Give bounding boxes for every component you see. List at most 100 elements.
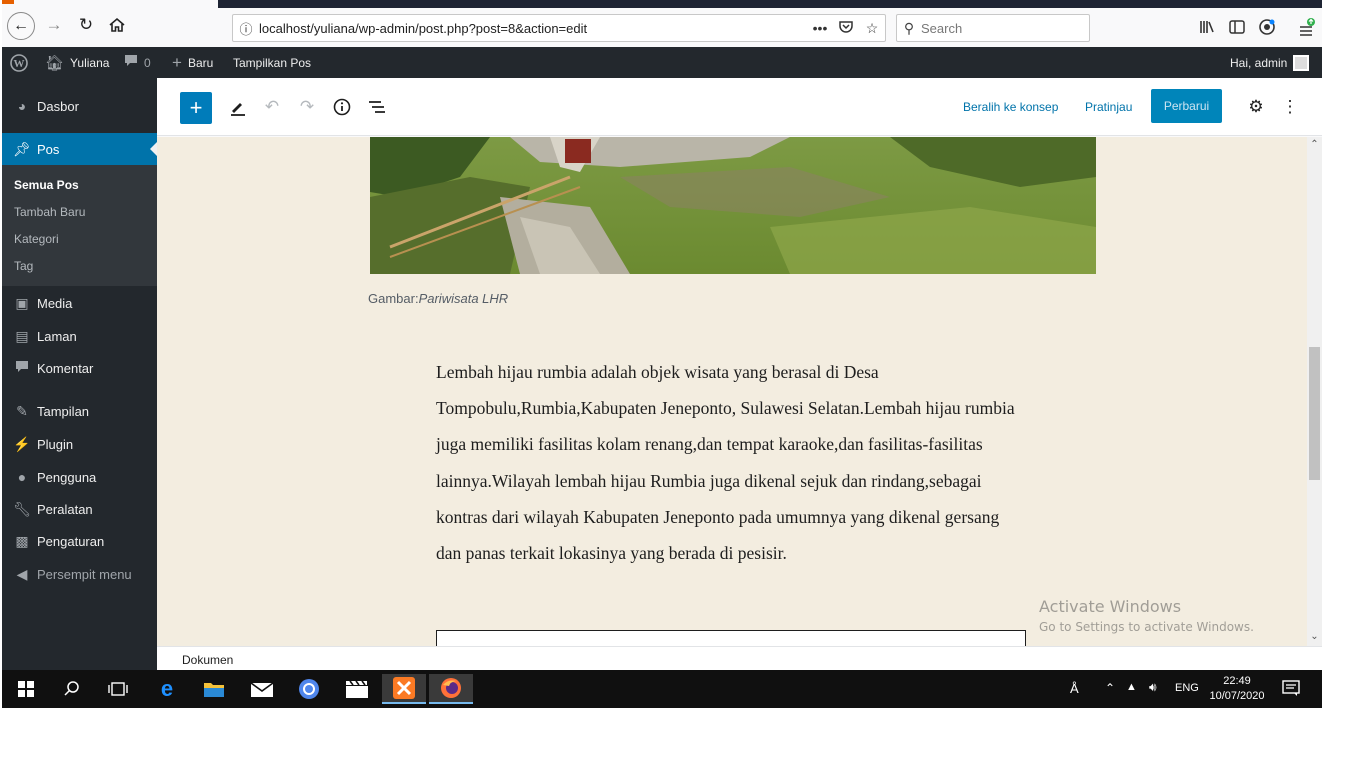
sidebar-item-label: Laman (37, 328, 77, 344)
caption-title: Pariwisata LHR (418, 291, 509, 306)
breadcrumb[interactable]: Dokumen (182, 653, 233, 667)
view-post-link[interactable]: Tampilkan Pos (233, 47, 311, 78)
sidebar-item-pages[interactable]: ▤ Laman (2, 320, 157, 352)
scroll-thumb[interactable] (1309, 347, 1320, 480)
sidebar-item-dashboard[interactable]: ◕ Dasbor (2, 90, 157, 122)
add-block-button[interactable]: + (180, 92, 212, 124)
search-bar[interactable]: ⚲ Search (896, 14, 1090, 42)
sidebar-item-media[interactable]: ▣ Media (2, 287, 157, 319)
scroll-down-icon[interactable]: ⌄ (1307, 631, 1322, 642)
firefox-icon (441, 678, 461, 698)
pin-icon: 📌︎ (13, 140, 31, 157)
taskbar-mail[interactable] (240, 674, 284, 704)
undo-icon: ↶ (264, 97, 280, 116)
current-menu-arrow (150, 142, 157, 156)
list-view-icon (369, 101, 385, 113)
preview-button[interactable]: Pratinjau (1085, 100, 1132, 114)
start-button[interactable] (4, 674, 48, 704)
taskbar-edge[interactable]: e (145, 674, 189, 704)
block-navigation-button[interactable] (365, 95, 389, 119)
task-view-button[interactable] (96, 674, 140, 704)
taskbar-file-explorer[interactable] (192, 674, 236, 704)
tray-overflow-chevron-icon[interactable]: ⌃ (1105, 681, 1115, 695)
wp-logo-menu[interactable]: W (10, 47, 28, 78)
taskbar-clock[interactable]: 22:49 10/07/2020 (1207, 674, 1267, 704)
sidebar-item-plugins[interactable]: ⚡ Plugin (2, 428, 157, 460)
mail-icon (250, 682, 274, 697)
input-language[interactable]: ENG (1175, 682, 1199, 694)
submenu-add-new[interactable]: Tambah Baru (14, 205, 85, 219)
redo-button[interactable]: ↷ (295, 95, 319, 119)
taskbar-firefox[interactable] (429, 674, 473, 704)
comments-link[interactable]: 0 (124, 47, 151, 78)
sidebar-item-label: Pos (37, 141, 60, 157)
browser-tab-accent (2, 0, 14, 4)
activate-windows-watermark: Activate Windows Go to Settings to activ… (1039, 597, 1254, 634)
undo-button[interactable]: ↶ (260, 95, 284, 119)
my-account-link[interactable]: Hai, admin (1230, 47, 1310, 78)
new-content-link[interactable]: + Baru (172, 47, 213, 78)
sidebar-item-label: Plugin (37, 436, 74, 452)
wp-admin-bar: W 🏠︎ Yuliana 0 + Baru Tampilkan Pos Hai,… (2, 47, 1322, 78)
site-info-icon[interactable]: ⓘ (233, 19, 259, 38)
folder-icon (204, 683, 224, 697)
back-button[interactable]: ← (7, 12, 35, 40)
content-scrollbar[interactable]: ⌃ ⌄ (1307, 137, 1322, 646)
view-post-label: Tampilkan Pos (233, 55, 312, 70)
sidebar-toggle-icon[interactable] (1226, 16, 1248, 38)
switch-to-draft-button[interactable]: Beralih ke konsep (963, 100, 1058, 114)
menu-hamburger-icon[interactable] (1296, 16, 1318, 38)
reload-button[interactable]: ↻ (74, 13, 98, 37)
image-caption[interactable]: Gambar:Pariwisata LHR (368, 291, 508, 306)
action-center-button[interactable] (1282, 679, 1300, 702)
url-text[interactable]: localhost/yuliana/wp-admin/post.php?post… (259, 21, 807, 36)
page-actions-menu-icon[interactable]: ••• (807, 20, 833, 36)
submenu-categories[interactable]: Kategori (14, 232, 59, 246)
pocket-icon[interactable] (833, 20, 859, 37)
greeting-label: Hai, admin (1230, 55, 1288, 70)
content-info-button[interactable] (330, 95, 354, 119)
settings-button[interactable]: ⚙ (1244, 95, 1268, 119)
sidebar-item-comments[interactable]: Komentar (2, 352, 157, 384)
wordpress-logo-icon: W (10, 53, 28, 72)
taskbar-xampp[interactable] (382, 674, 426, 704)
sidebar-item-tools[interactable]: 🔧︎ Peralatan (2, 493, 157, 525)
bookmark-star-icon[interactable]: ☆ (859, 20, 885, 37)
clock-date: 10/07/2020 (1209, 690, 1265, 702)
url-bar[interactable]: ⓘ localhost/yuliana/wp-admin/post.php?po… (232, 14, 886, 42)
pencil-icon (231, 103, 245, 116)
sidebar-item-settings[interactable]: ▩ Pengaturan (2, 525, 157, 557)
watermark-subtitle: Go to Settings to activate Windows. (1039, 620, 1254, 634)
network-icon[interactable]: ▲ (1126, 681, 1137, 693)
next-block[interactable] (436, 630, 1026, 646)
admin-sidebar: ◕ Dasbor 📌︎ Pos Semua Pos Tambah Baru Ka… (2, 78, 157, 670)
tools-button[interactable] (226, 95, 250, 119)
taskbar-chrome[interactable] (287, 674, 331, 704)
submenu-all-posts[interactable]: Semua Pos (14, 178, 79, 192)
library-icon[interactable] (1196, 16, 1218, 38)
site-name-link[interactable]: 🏠︎ Yuliana (45, 47, 109, 78)
update-button[interactable]: Perbarui (1151, 89, 1222, 123)
sidebar-item-appearance[interactable]: ✎ Tampilan (2, 395, 157, 427)
info-icon (333, 98, 351, 116)
taskbar-search-button[interactable] (50, 674, 94, 704)
image-block[interactable] (370, 137, 1096, 274)
submenu-tags[interactable]: Tag (14, 259, 33, 273)
sidebar-item-users[interactable]: ● Pengguna (2, 461, 157, 493)
volume-icon[interactable]: 🔊︎ (1149, 680, 1157, 695)
taskbar-video-editor[interactable] (335, 674, 379, 704)
collapse-menu-button[interactable]: ◀ Persempit menu (2, 558, 157, 590)
clapperboard-icon (346, 680, 368, 698)
scroll-up-icon[interactable]: ⌃ (1307, 139, 1322, 150)
people-icon[interactable]: Å (1070, 681, 1079, 696)
avatar (1293, 54, 1310, 71)
sidebar-item-posts[interactable]: 📌︎ Pos (2, 133, 157, 165)
xampp-icon (393, 677, 415, 699)
paragraph-block[interactable]: Lembah hijau rumbia adalah objek wisata … (436, 354, 1026, 571)
forward-button[interactable]: → (42, 13, 66, 37)
media-icon: ▣ (15, 294, 29, 311)
more-options-button[interactable]: ⋮ (1278, 95, 1302, 119)
home-button[interactable] (105, 13, 129, 37)
account-icon[interactable] (1256, 16, 1278, 38)
edge-icon: e (160, 676, 174, 701)
